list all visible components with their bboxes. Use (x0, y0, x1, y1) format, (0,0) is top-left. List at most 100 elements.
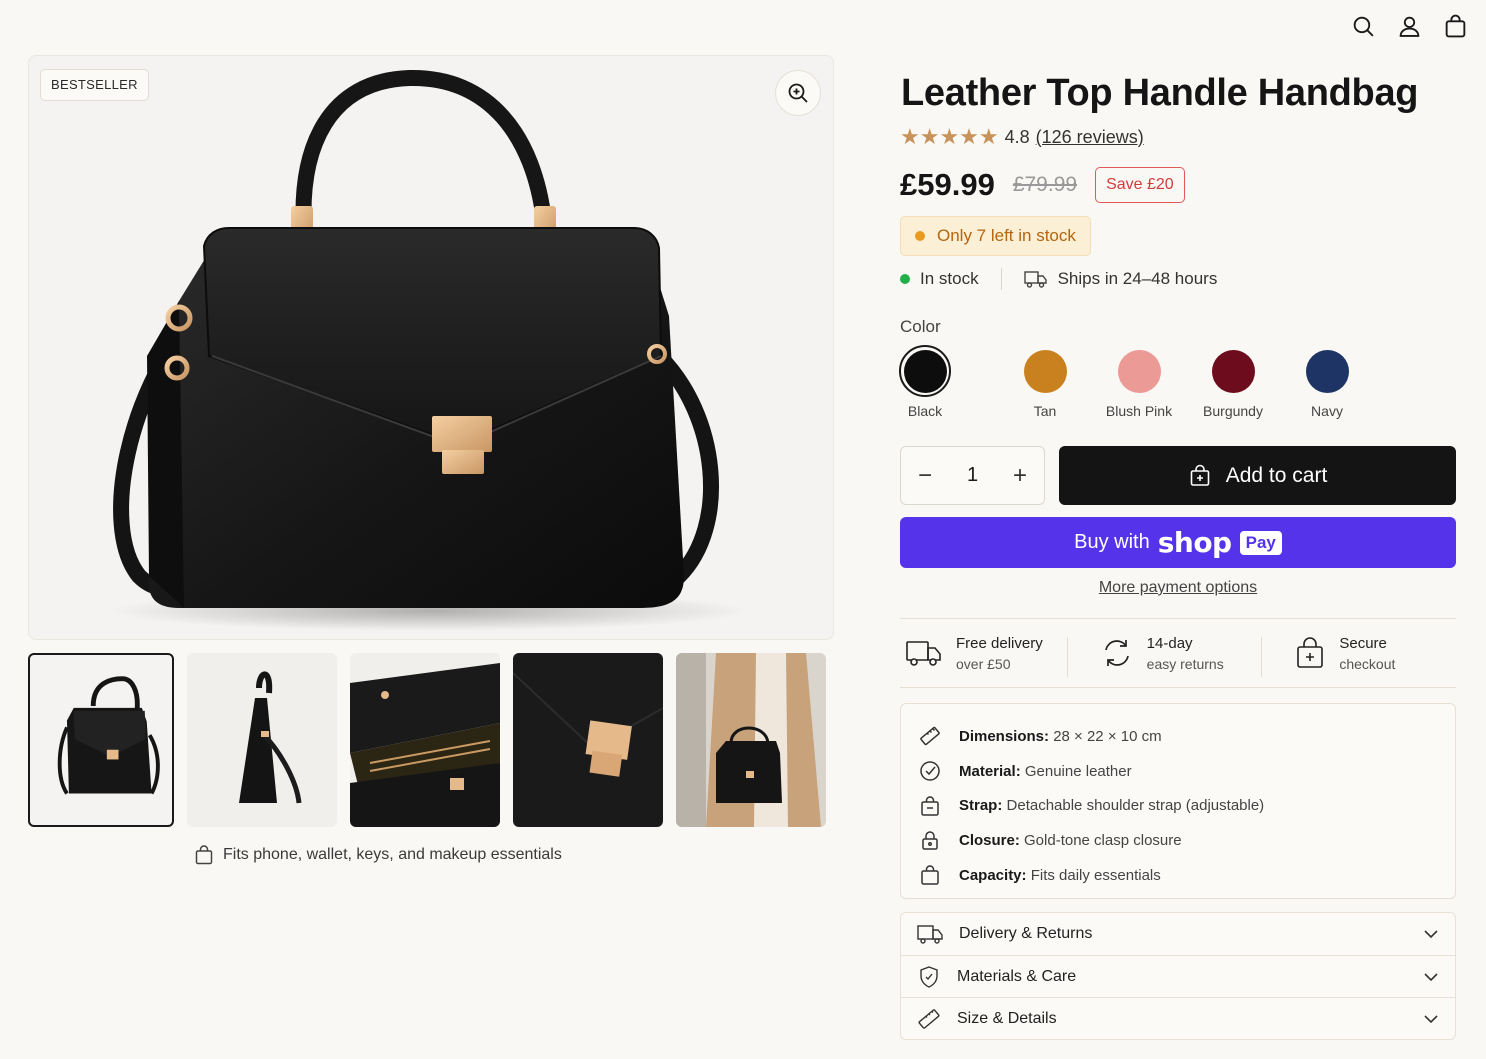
secure-bag-icon (1297, 637, 1324, 668)
thumbnail-side[interactable] (187, 653, 337, 827)
swatch-label: Black (907, 403, 943, 419)
divider (1000, 268, 1002, 290)
increase-quantity-button[interactable]: + (1008, 462, 1032, 490)
accordion-label: Delivery & Returns (959, 925, 1093, 942)
shop-pay-button[interactable]: Buy with shop Pay (900, 517, 1456, 568)
fits-note-text: Fits phone, wallet, keys, and makeup ess… (223, 846, 562, 863)
accordion-label: Size & Details (957, 1009, 1057, 1027)
quantity-value[interactable]: 1 (967, 464, 978, 487)
quantity-stepper: − 1 + (900, 446, 1045, 505)
swatch-label: Burgundy (1203, 403, 1263, 419)
thumbnail-interior[interactable] (350, 653, 500, 827)
availability-row: In stock Ships in 24–48 hours (900, 268, 1217, 290)
swatch-burgundy[interactable]: Burgundy (1186, 345, 1280, 419)
accordion-delivery-returns[interactable]: Delivery & Returns (901, 913, 1455, 955)
bestseller-badge: BESTSELLER (40, 69, 149, 101)
decrease-quantity-button[interactable]: − (913, 462, 937, 490)
cart-icon[interactable] (1442, 12, 1468, 40)
accordion-size-details[interactable]: Size & Details (901, 997, 1455, 1039)
perk-easy-returns: 14-day easy returns (1066, 634, 1262, 677)
bag-icon (195, 845, 213, 865)
thumbnail-front[interactable] (28, 653, 174, 827)
spec-label: Dimensions: (959, 727, 1050, 745)
spec-label: Capacity: (959, 866, 1027, 884)
badge-check-icon (920, 761, 940, 781)
thumbnail-clasp-detail[interactable] (513, 653, 663, 827)
perk-subtitle: over £50 (956, 655, 1011, 672)
spec-value: 28 × 22 × 10 cm (1053, 727, 1162, 745)
accordion-label: Materials & Care (957, 967, 1077, 985)
original-price: £79.99 (1012, 173, 1078, 196)
perk-subtitle: easy returns (1146, 655, 1224, 672)
add-to-cart-button[interactable]: Add to cart (1059, 446, 1456, 505)
shopping-bag-icon (1190, 464, 1210, 486)
current-price: £59.99 (900, 167, 995, 202)
chevron-down-icon (1424, 972, 1438, 981)
details-accordion: Delivery & Returns Materials & Care Size… (900, 912, 1456, 1040)
swatch-color (1117, 349, 1161, 393)
swatch-black[interactable]: Black (899, 345, 951, 419)
low-stock-text: Only 7 left in stock (937, 226, 1076, 245)
spec-capacity: Capacity: Fits daily essentials (919, 858, 1437, 893)
swatch-blush-pink[interactable]: Blush Pink (1092, 345, 1186, 419)
color-label: Color (900, 317, 941, 336)
add-to-cart-label: Add to cart (1225, 463, 1328, 487)
zoom-button[interactable] (775, 70, 821, 116)
spec-value: Genuine leather (1024, 762, 1132, 780)
perk-title: Secure (1339, 634, 1387, 652)
star-rating-icon: ★★★★★ (900, 124, 999, 149)
ruler-icon (918, 1008, 940, 1029)
spec-value: Fits daily essentials (1030, 866, 1161, 884)
spec-label: Closure: (959, 831, 1020, 849)
spec-label: Material: (959, 762, 1021, 780)
price-row: £59.99 £79.99 Save £20 (900, 167, 1185, 203)
handbag-illustration (109, 69, 749, 631)
swatch-tan[interactable]: Tan (998, 345, 1092, 419)
swatch-color (1211, 349, 1255, 393)
spec-strap: Strap: Detachable shoulder strap (adjust… (919, 788, 1437, 823)
lock-icon (922, 831, 938, 851)
bag-icon (921, 865, 939, 885)
account-icon[interactable] (1396, 12, 1422, 40)
swatch-color (903, 349, 947, 393)
perk-secure-checkout: Secure checkout (1261, 634, 1456, 677)
rating-value: 4.8 (1004, 126, 1030, 147)
swatch-label: Navy (1311, 403, 1343, 419)
swatch-navy[interactable]: Navy (1280, 345, 1374, 419)
save-badge: Save £20 (1095, 167, 1185, 203)
in-stock-text: In stock (920, 269, 979, 288)
spec-value: Detachable shoulder strap (adjustable) (1006, 797, 1265, 815)
truck-icon (917, 925, 943, 944)
swatch-color (1305, 349, 1349, 393)
more-payment-options-link[interactable]: More payment options (900, 579, 1456, 597)
rating: ★★★★★ 4.8 (126 reviews) (900, 124, 1144, 150)
color-swatches: Black Tan Blush Pink Burgundy Navy (899, 345, 1374, 419)
alert-dot-icon (915, 231, 925, 241)
shop-pay-logo: shop (1157, 526, 1232, 559)
shield-icon (920, 965, 938, 988)
swatch-label: Tan (1033, 403, 1057, 419)
thumbnail-strip (28, 653, 826, 827)
perk-title: 14-day (1146, 634, 1193, 652)
bag-icon (921, 795, 939, 816)
truck-icon (906, 641, 941, 666)
spec-material: Material: Genuine leather (919, 754, 1437, 789)
specs-box: Dimensions: 28 × 22 × 10 cm Material: Ge… (900, 703, 1456, 899)
shop-pay-buy-text: Buy with (1074, 531, 1150, 553)
spec-closure: Closure: Gold-tone clasp closure (919, 823, 1437, 858)
thumbnail-worn-on-arm[interactable] (676, 653, 826, 827)
perks-row: Free delivery over £50 14-day easy retur… (900, 618, 1456, 688)
shipping-text: Ships in 24–48 hours (1057, 269, 1218, 288)
spec-value: Gold-tone clasp closure (1024, 831, 1182, 849)
returns-icon (1104, 640, 1129, 666)
chevron-down-icon (1424, 1014, 1438, 1023)
spec-label: Strap: (959, 797, 1003, 815)
accordion-materials-care[interactable]: Materials & Care (901, 955, 1455, 997)
ruler-icon (920, 727, 940, 746)
product-title: Leather Top Handle Handbag (901, 72, 1419, 114)
reviews-link[interactable]: (126 reviews) (1036, 127, 1144, 148)
search-icon[interactable] (1350, 12, 1376, 40)
chevron-down-icon (1424, 930, 1438, 939)
main-product-image[interactable]: BESTSELLER (28, 55, 834, 640)
perk-title: Free delivery (956, 634, 1043, 652)
